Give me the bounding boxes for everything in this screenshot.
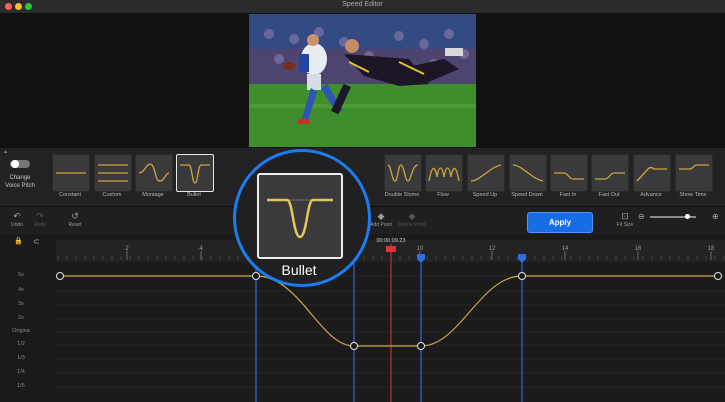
voice-pitch-toggle[interactable] xyxy=(10,160,30,168)
curve-canvas[interactable]: 2468101214161800:00:09.23 xyxy=(0,234,725,402)
ruler-tick-label: 16 xyxy=(635,246,642,252)
curve-point[interactable] xyxy=(417,342,425,350)
curve-point[interactable] xyxy=(350,342,358,350)
fit-size-label: Fit Size xyxy=(616,222,634,228)
zoom-slider[interactable] xyxy=(650,214,696,219)
redo-label: Redo xyxy=(34,222,46,228)
preset-fast-in[interactable] xyxy=(550,154,588,192)
curve-point[interactable] xyxy=(56,272,64,280)
preset-curve-icon xyxy=(387,164,419,182)
preset-flow[interactable] xyxy=(425,154,463,192)
playhead-time: 00:00:09.23 xyxy=(376,238,405,244)
fit-size-button[interactable]: ⊡ Fit Size xyxy=(611,211,639,228)
zoom-in-icon[interactable]: ⊕ xyxy=(712,212,719,221)
speed-curve-timeline[interactable]: 🔒 ⊂ 5x4x3x2xOrigina1/21/31/41/5 24681012… xyxy=(0,234,725,402)
playhead-handle xyxy=(386,246,396,252)
preset-curve-icon xyxy=(138,163,170,182)
preset-curve-icon xyxy=(98,164,128,182)
zoom-callout-label: Bullet xyxy=(281,262,317,278)
preset-advance[interactable] xyxy=(633,154,671,192)
redo-button[interactable]: ↷ Redo xyxy=(26,211,54,228)
preset-curve-icon xyxy=(595,172,625,180)
ruler-tick-label: 12 xyxy=(489,246,496,252)
preset-curve-icon xyxy=(636,166,667,182)
apply-button[interactable]: Apply xyxy=(527,212,593,233)
redo-icon: ↷ xyxy=(36,211,44,221)
curve-point[interactable] xyxy=(714,272,722,280)
reset-label: Reset xyxy=(68,222,82,228)
preset-constant[interactable] xyxy=(52,154,90,192)
video-frame xyxy=(249,14,476,147)
reset-icon: ↺ xyxy=(71,211,79,221)
ruler-tick-label: 10 xyxy=(417,246,424,252)
zoomed-bullet-preset xyxy=(257,173,343,259)
preset-custom[interactable] xyxy=(94,154,132,192)
reset-button[interactable]: ↺ Reset xyxy=(61,211,89,228)
title-bar: Speed Editor xyxy=(0,0,725,14)
preset-curve-icon xyxy=(470,164,502,182)
delete-point-label: Delete Point xyxy=(398,222,426,228)
zoom-callout: Bullet xyxy=(233,149,371,287)
preset-double-slomo[interactable] xyxy=(384,154,422,192)
preset-curve-icon xyxy=(428,167,460,182)
preset-curve-icon xyxy=(512,164,544,182)
video-preview-area xyxy=(0,14,725,148)
ruler-tick-label: 14 xyxy=(562,246,569,252)
bullet-curve-icon xyxy=(267,198,333,239)
preset-curve-icon xyxy=(180,164,210,184)
add-point-label: Add Point xyxy=(370,222,392,228)
delete-point-button[interactable]: ◆ Delete Point xyxy=(396,211,428,228)
voice-pitch-label: Change Voice Pitch xyxy=(0,174,40,190)
preset-show-time[interactable] xyxy=(675,154,713,192)
preset-label: Show Time xyxy=(679,192,707,198)
preset-label: Bullet xyxy=(187,192,201,198)
zoom-slider-knob[interactable] xyxy=(685,214,691,219)
preset-montage[interactable] xyxy=(135,154,173,192)
preset-speed-up[interactable] xyxy=(467,154,505,192)
expand-arrow-icon[interactable]: ▴ xyxy=(4,148,7,155)
preset-curve-icon xyxy=(679,164,709,170)
preset-speed-down[interactable] xyxy=(509,154,547,192)
zoom-out-icon[interactable]: ⊖ xyxy=(638,212,645,221)
window-title: Speed Editor xyxy=(342,1,383,8)
preset-fast-out[interactable] xyxy=(591,154,629,192)
delete-point-icon: ◆ xyxy=(408,211,416,221)
ruler-tick-label: 18 xyxy=(708,246,715,252)
preset-bullet[interactable] xyxy=(176,154,214,192)
preset-curve-icon xyxy=(56,172,86,174)
curve-point[interactable] xyxy=(518,272,526,280)
toggle-knob xyxy=(11,160,19,168)
preset-curve-icon xyxy=(554,172,584,180)
fit-size-icon: ⊡ xyxy=(621,211,629,221)
voice-pitch-label-line2: Voice Pitch xyxy=(5,183,35,189)
undo-label: Undo xyxy=(11,222,23,228)
voice-pitch-label-line1: Change xyxy=(9,175,31,181)
